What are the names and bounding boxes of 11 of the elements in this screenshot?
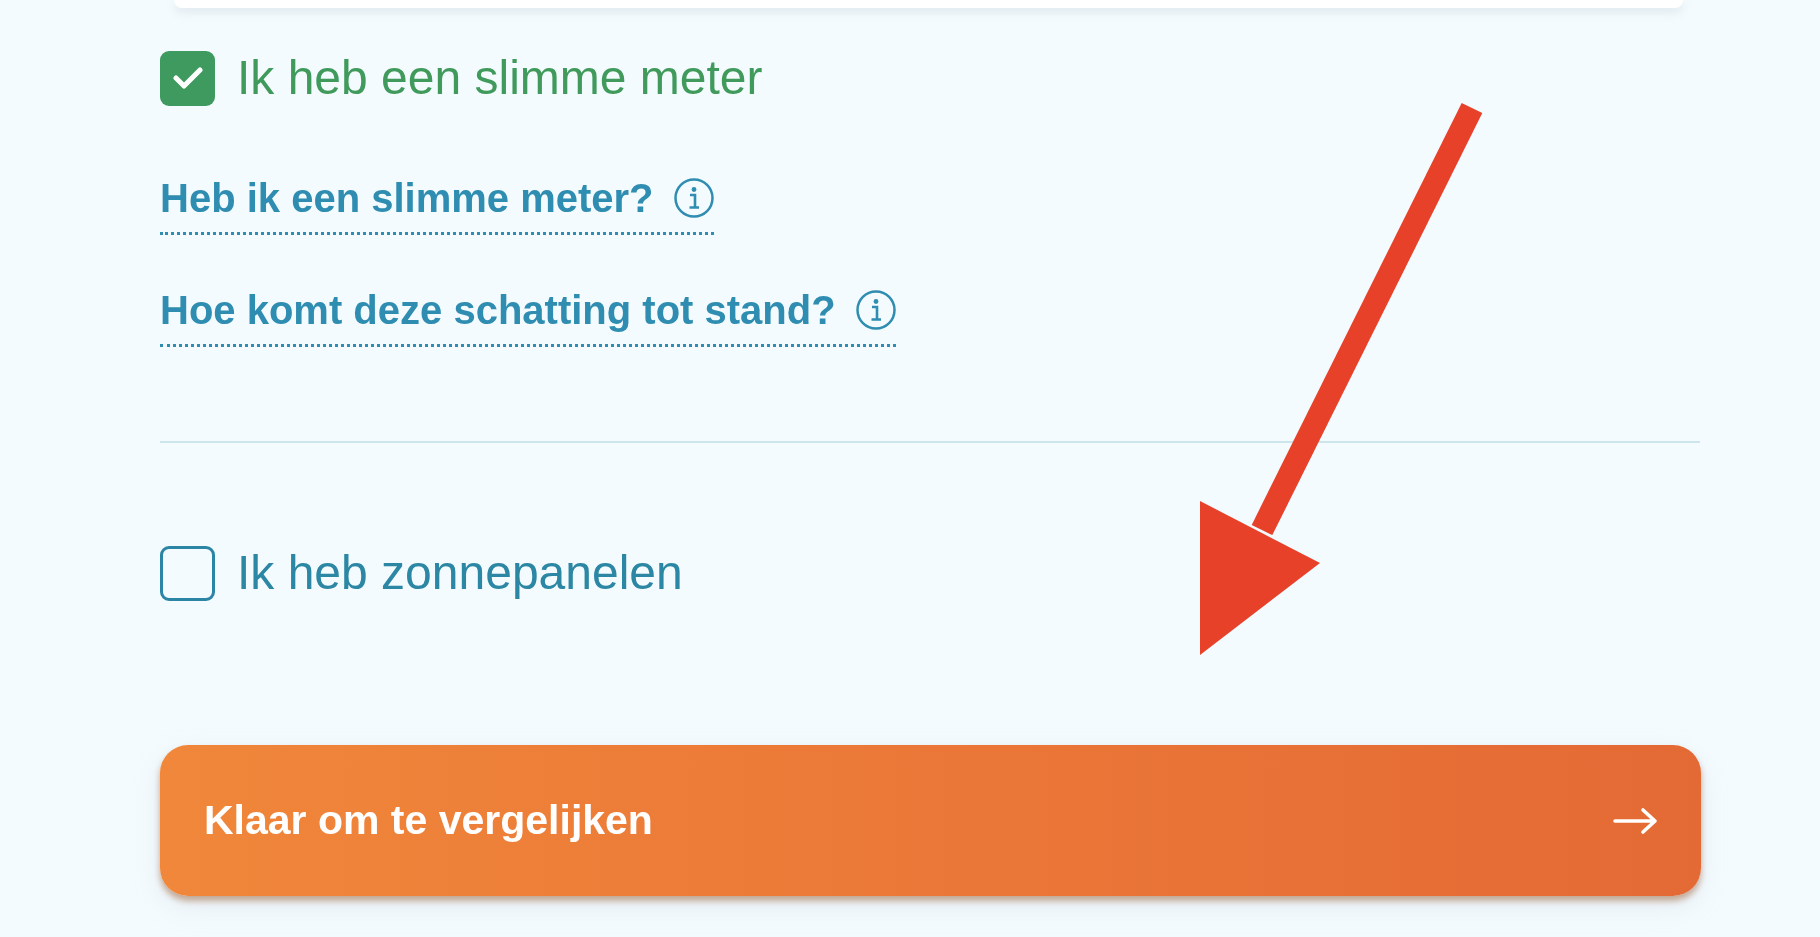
checkmark-icon [172,66,203,90]
checkbox[interactable] [160,545,215,601]
help-link[interactable]: Heb ik een slimme meter? [160,174,714,235]
checkbox[interactable] [160,50,215,106]
info-icon [855,290,896,330]
help-link[interactable]: Hoe komt deze schatting tot stand? [160,286,896,347]
checkbox-label[interactable]: Ik heb een slimme meter [237,50,763,106]
compare-button[interactable]: Klaar om te vergelijken [160,745,1701,896]
info-icon [673,178,714,218]
checkbox-label[interactable]: Ik heb zonnepanelen [237,545,683,601]
arrow-right-icon [1613,806,1659,835]
